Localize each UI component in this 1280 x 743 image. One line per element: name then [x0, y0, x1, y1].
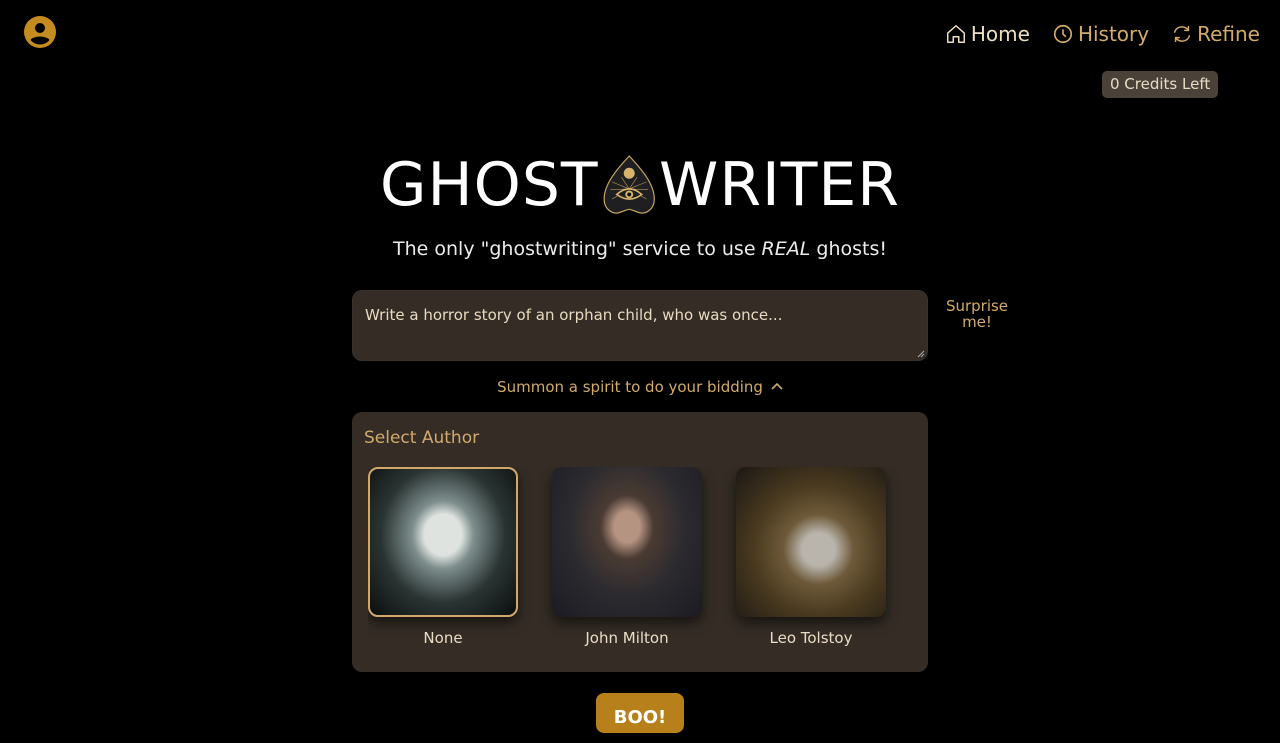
user-avatar-icon[interactable]	[24, 16, 56, 48]
tagline: The only "ghostwriting" service to use R…	[0, 238, 1280, 260]
planchette-eye-icon	[603, 155, 655, 214]
author-card-john-milton[interactable]: John Milton	[552, 467, 702, 647]
author-name: None	[423, 629, 463, 647]
select-author-title: Select Author	[364, 428, 480, 448]
resize-handle-icon[interactable]	[917, 350, 925, 358]
nav-refine-label: Refine	[1197, 22, 1260, 46]
author-portrait	[552, 467, 702, 617]
author-name: John Milton	[585, 629, 669, 647]
app-logo: GHOST WRITER	[380, 145, 900, 225]
clock-icon	[1053, 24, 1073, 44]
author-card-none[interactable]: None	[368, 467, 518, 647]
surprise-me-button[interactable]: Surprise me!	[942, 298, 1012, 330]
credits-badge: 0 Credits Left	[1102, 71, 1219, 98]
tagline-text: The only "ghostwriting" service to use	[393, 238, 762, 260]
refresh-icon	[1174, 25, 1191, 43]
nav-history-label: History	[1077, 22, 1150, 46]
author-name: Leo Tolstoy	[769, 629, 853, 647]
chevron-up-icon	[771, 378, 783, 396]
boo-submit-button[interactable]: BOO!	[596, 693, 684, 733]
author-card-leo-tolstoy[interactable]: Leo Tolstoy	[736, 467, 886, 647]
author-panel: Select Author None John Milton Leo Tolst…	[352, 412, 928, 672]
summon-spirit-toggle[interactable]: Summon a spirit to do your bidding	[0, 378, 1280, 396]
author-carousel[interactable]: None John Milton Leo Tolstoy	[368, 467, 916, 657]
prompt-value: Write a horror story of an orphan child,…	[365, 306, 783, 324]
logo-text-ghost: GHOST	[380, 150, 599, 220]
top-nav: Home History Refine	[945, 22, 1260, 46]
tagline-emphasis: REAL	[761, 238, 811, 260]
nav-home[interactable]: Home	[945, 22, 1030, 46]
logo-text-writer: WRITER	[659, 150, 900, 220]
nav-history[interactable]: History	[1052, 22, 1149, 46]
summon-label: Summon a spirit to do your bidding	[497, 378, 763, 396]
tagline-text-end: ghosts!	[810, 238, 887, 260]
home-icon	[946, 25, 965, 43]
nav-refine[interactable]: Refine	[1171, 22, 1260, 46]
nav-home-label: Home	[970, 22, 1030, 46]
author-portrait	[368, 467, 518, 617]
prompt-textarea[interactable]: Write a horror story of an orphan child,…	[352, 290, 928, 361]
author-portrait	[736, 467, 886, 617]
